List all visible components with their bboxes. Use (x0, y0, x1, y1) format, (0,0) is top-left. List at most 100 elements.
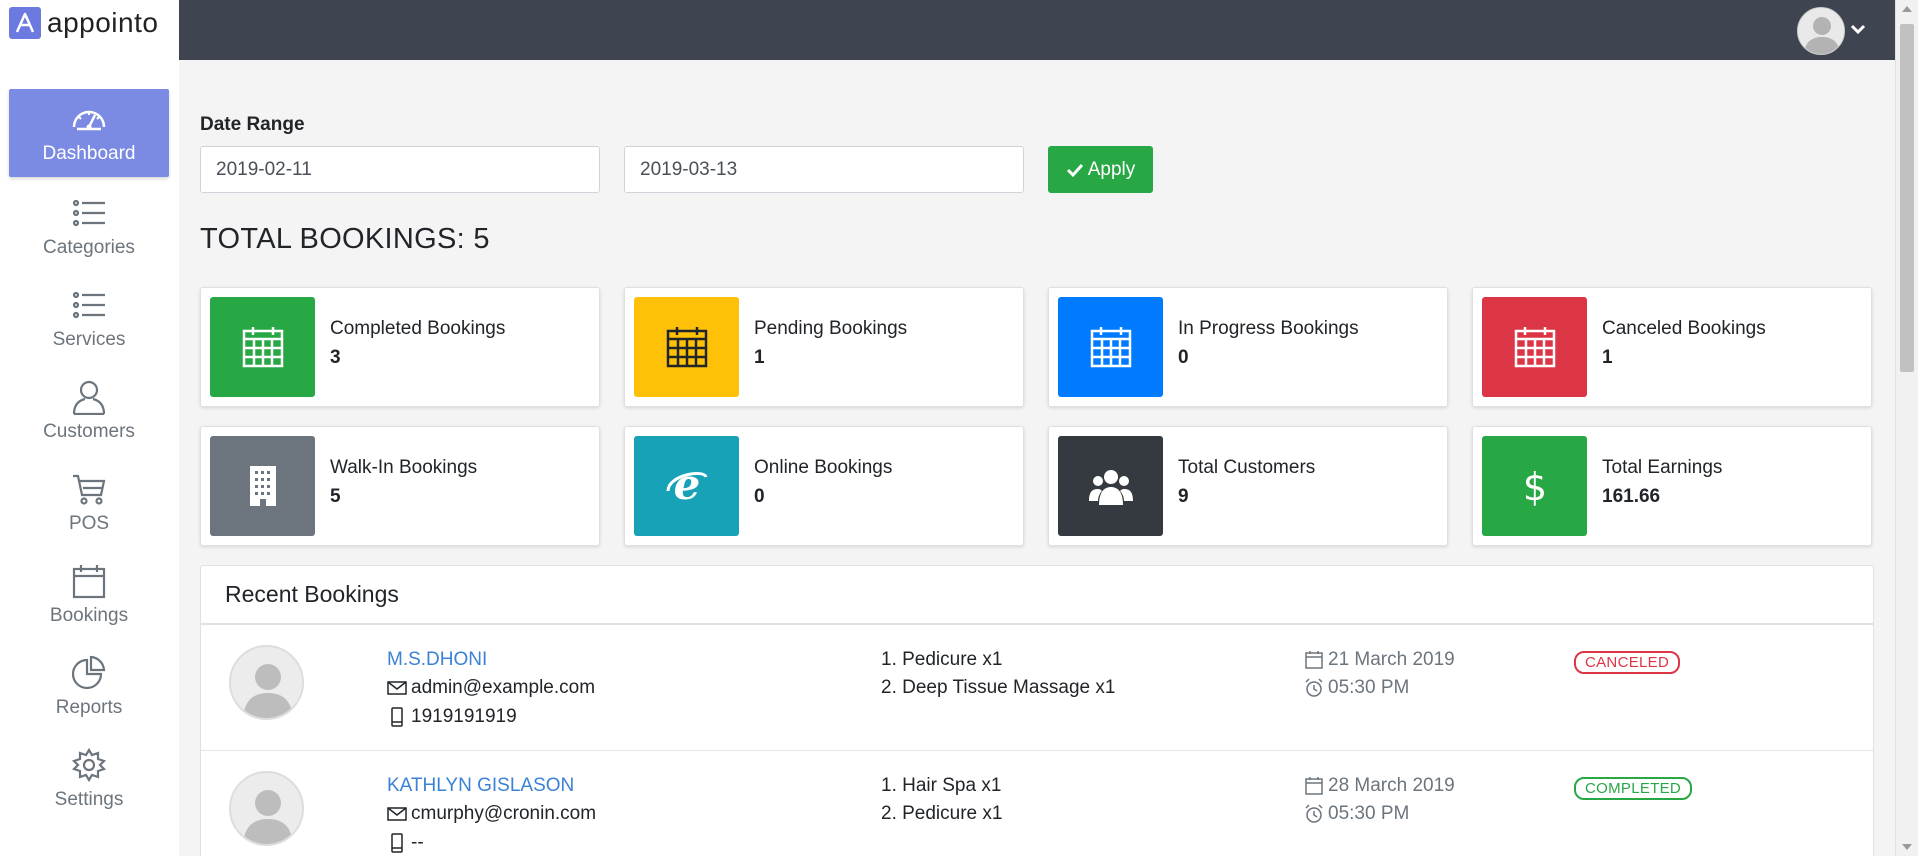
booking-row[interactable]: KATHLYN GISLASON cmurphy@cronin.com -- 1… (201, 751, 1873, 856)
check-icon (1066, 163, 1083, 177)
svg-text:e: e (673, 463, 700, 509)
chevron-down-icon[interactable] (1849, 20, 1867, 38)
stat-value: 161.66 (1602, 486, 1661, 507)
sidebar-item-label: Bookings (49, 605, 129, 626)
apply-button-label: Apply (1087, 158, 1136, 180)
logo[interactable]: appointo (9, 7, 158, 39)
alarm-clock-icon (1305, 804, 1323, 823)
sidebar-item-services[interactable]: Services (9, 273, 169, 365)
building-icon (249, 466, 276, 506)
start-date-input[interactable] (200, 146, 600, 193)
customer-email: cmurphy@cronin.com (387, 803, 596, 825)
customer-phone-text: -- (411, 832, 424, 853)
booking-time-text: 05:30 PM (1328, 677, 1410, 698)
top-bar (179, 0, 1895, 60)
stat-value: 3 (330, 347, 341, 368)
sidebar-item-pos[interactable]: POS (9, 457, 169, 549)
stat-value: 1 (1602, 347, 1613, 368)
sidebar: appointo Dashboard Categories Services C… (0, 0, 179, 856)
scrollbar[interactable] (1895, 0, 1918, 856)
cart-icon (73, 474, 106, 505)
service-item: 1. Hair Spa x1 (881, 775, 1002, 796)
stat-title: Total Earnings (1602, 457, 1723, 478)
end-date-input[interactable] (624, 146, 1024, 193)
stat-title: Pending Bookings (754, 318, 908, 339)
list-icon (72, 291, 105, 319)
stat-card-in-progress[interactable]: In Progress Bookings 0 (1048, 287, 1448, 407)
phone-icon (391, 707, 403, 727)
status-badge: CANCELED (1574, 651, 1681, 674)
recent-bookings-title: Recent Bookings (201, 566, 1873, 625)
booking-time-text: 05:30 PM (1328, 803, 1410, 824)
service-item: 2. Pedicure x1 (881, 803, 1003, 824)
phone-icon (391, 833, 403, 853)
booking-time: 05:30 PM (1304, 803, 1409, 825)
stat-card-pending[interactable]: Pending Bookings 1 (624, 287, 1024, 407)
avatar (229, 645, 304, 720)
dollar-icon: $ (1522, 465, 1546, 509)
stat-title: Completed Bookings (330, 318, 506, 339)
stat-value: 9 (1178, 486, 1189, 507)
customer-name-link[interactable]: KATHLYN GISLASON (387, 775, 574, 797)
internet-explorer-icon: e (666, 463, 707, 509)
customer-email: admin@example.com (387, 677, 595, 699)
stat-value: 0 (1178, 347, 1189, 368)
customer-phone: -- (387, 832, 424, 854)
stat-card-walk-in[interactable]: Walk-In Bookings 5 (200, 426, 600, 546)
user-avatar-icon (243, 664, 293, 718)
stat-value: 1 (754, 347, 765, 368)
user-avatar[interactable] (1797, 7, 1845, 55)
sidebar-item-reports[interactable]: Reports (9, 641, 169, 733)
scroll-thumb[interactable] (1900, 24, 1914, 372)
stat-icon-box (210, 297, 315, 397)
sidebar-item-customers[interactable]: Customers (9, 365, 169, 457)
envelope-icon (387, 681, 407, 695)
stat-title: Canceled Bookings (1602, 318, 1766, 339)
stat-title: Total Customers (1178, 457, 1316, 478)
sidebar-item-settings[interactable]: Settings (9, 733, 169, 825)
sidebar-item-label: Dashboard (42, 143, 136, 164)
gear-icon (71, 747, 107, 783)
stat-card-completed[interactable]: Completed Bookings 3 (200, 287, 600, 407)
stat-title: In Progress Bookings (1178, 318, 1359, 339)
sidebar-item-label: POS (68, 513, 110, 534)
envelope-icon (387, 807, 407, 821)
stat-icon-box (1058, 297, 1163, 397)
stat-icon-box: e (634, 436, 739, 536)
stat-value: 0 (754, 486, 765, 507)
service-item: 1. Pedicure x1 (881, 649, 1003, 670)
stat-card-canceled[interactable]: Canceled Bookings 1 (1472, 287, 1872, 407)
scroll-up-icon[interactable] (1902, 6, 1912, 12)
sidebar-item-label: Reports (55, 697, 123, 718)
logo-icon (9, 7, 41, 39)
apply-button[interactable]: Apply (1048, 146, 1153, 193)
service-item: 2. Deep Tissue Massage x1 (881, 677, 1116, 698)
stat-icon-box (1058, 436, 1163, 536)
booking-date: 21 March 2019 (1304, 649, 1455, 671)
customer-email-text: admin@example.com (411, 677, 596, 698)
sidebar-item-dashboard[interactable]: Dashboard (9, 89, 169, 177)
customer-phone-text: 1919191919 (411, 706, 517, 727)
customer-name-link[interactable]: M.S.DHONI (387, 649, 487, 671)
customer-phone: 1919191919 (387, 706, 517, 728)
recent-bookings-panel: Recent Bookings M.S.DHONI admin@example.… (200, 565, 1874, 856)
booking-row[interactable]: M.S.DHONI admin@example.com 1919191919 1… (201, 625, 1873, 751)
avatar (229, 771, 304, 846)
sidebar-item-bookings[interactable]: Bookings (9, 549, 169, 641)
stat-card-customers[interactable]: Total Customers 9 (1048, 426, 1448, 546)
booking-date: 28 March 2019 (1304, 775, 1455, 797)
stat-card-earnings[interactable]: $ Total Earnings 161.66 (1472, 426, 1872, 546)
sidebar-item-label: Customers (43, 421, 135, 442)
list-icon (72, 199, 105, 227)
pie-chart-icon (71, 655, 106, 690)
scroll-down-icon[interactable] (1902, 844, 1912, 850)
logo-text: appointo (47, 7, 159, 38)
stat-icon-box (1482, 297, 1587, 397)
booking-date-text: 21 March 2019 (1328, 649, 1455, 670)
calendar-icon (242, 327, 283, 368)
calendar-icon (1090, 327, 1131, 368)
status-badge: COMPLETED (1574, 777, 1693, 800)
calendar-icon (666, 327, 707, 368)
stat-card-online[interactable]: e Online Bookings 0 (624, 426, 1024, 546)
sidebar-item-categories[interactable]: Categories (9, 181, 169, 273)
